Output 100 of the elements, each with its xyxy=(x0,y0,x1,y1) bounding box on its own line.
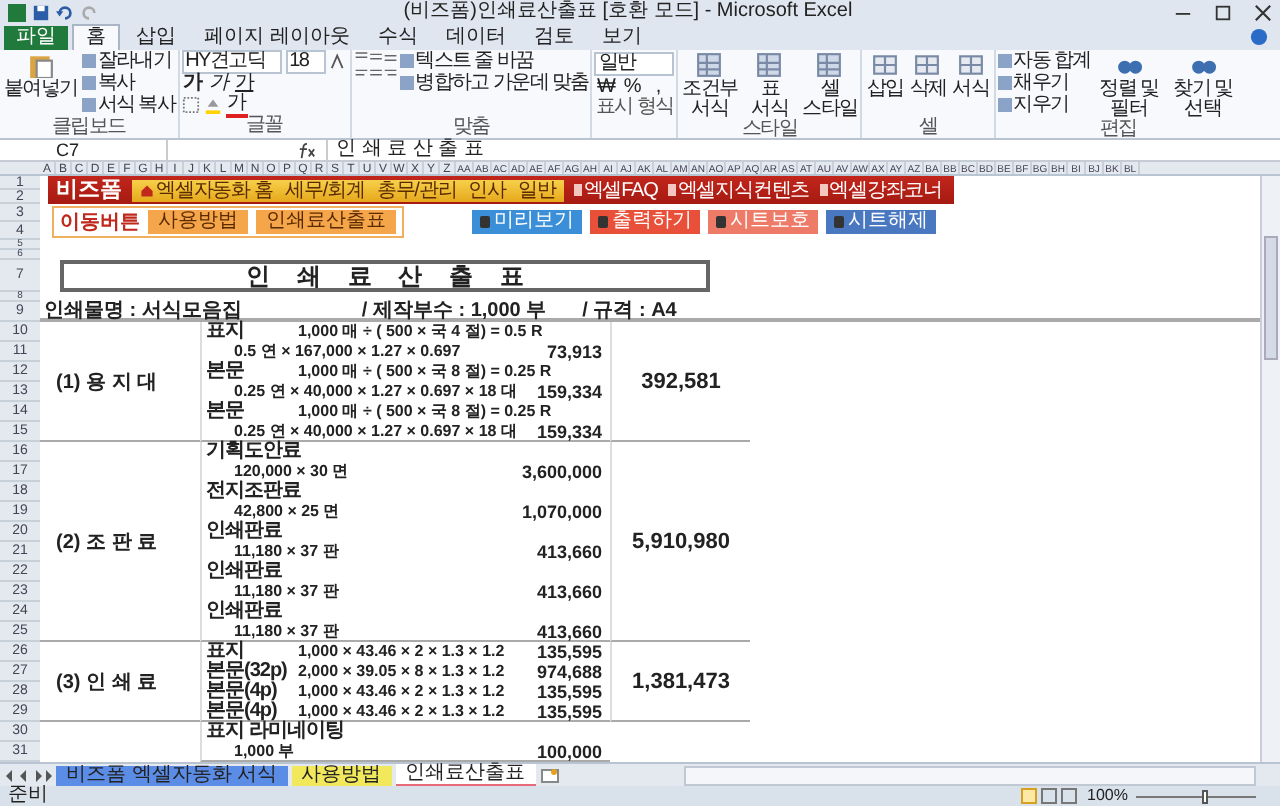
formula-text: 1,000 매 ÷ ( 500 × 국 4 절) = 0.5 R xyxy=(298,322,543,342)
action-button[interactable]: 출력하기 xyxy=(590,210,700,234)
banner-link[interactable]: 엑셀FAQ xyxy=(573,179,658,201)
editing-button[interactable]: 지우기 xyxy=(997,94,1091,116)
cells-button[interactable]: 삽입 xyxy=(864,50,906,118)
vertical-scrollbar[interactable] xyxy=(1260,176,1280,762)
table-style-icon xyxy=(816,52,843,78)
formula-text: 11,180 × 37 판 xyxy=(234,582,339,600)
item-label: 본문 xyxy=(206,402,246,422)
clipboard-button[interactable]: 서식 복사 xyxy=(81,94,176,116)
ribbon-tab[interactable]: 수식 xyxy=(365,26,430,50)
number-format-button[interactable]: , xyxy=(646,76,669,98)
sheet-nav-icon[interactable] xyxy=(4,767,52,783)
editing-button[interactable]: 채우기 xyxy=(997,72,1091,94)
font-style-button[interactable]: 가 xyxy=(207,73,230,93)
item-label: 본문(32p) xyxy=(206,662,289,682)
excel-app-icon[interactable] xyxy=(8,3,26,21)
font-style-button[interactable]: 가 xyxy=(181,73,204,93)
section-total: 392,581 xyxy=(610,322,750,442)
ribbon-tab[interactable]: 삽입 xyxy=(124,26,188,50)
sheet-tab[interactable]: 인쇄료산출표 xyxy=(395,763,536,787)
sheet-title: 인 쇄 료 산 출 표 xyxy=(60,260,710,292)
amount-cell: 413,660 xyxy=(536,542,602,562)
cells-button[interactable]: 삭제 xyxy=(907,50,949,118)
ribbon-tab[interactable]: 데이터 xyxy=(433,26,518,50)
nav-link[interactable]: 세무/회계 xyxy=(285,179,365,201)
clipboard-button[interactable]: 복사 xyxy=(81,72,176,94)
style-button[interactable]: 표 서식 xyxy=(740,50,799,120)
formula-text: 1,000 × 43.46 × 2 × 1.3 × 1.2 xyxy=(298,682,505,702)
editing-button[interactable]: 찾기 및 선택 xyxy=(1166,50,1239,120)
sheet-tab[interactable]: 사용방법 xyxy=(291,765,392,785)
editing-button[interactable]: 정렬 및 필터 xyxy=(1092,50,1165,120)
formula-text: 0.5 연 × 167,000 × 1.27 × 0.697 xyxy=(234,342,461,361)
border-icon[interactable] xyxy=(181,96,200,114)
ribbon-tab[interactable]: 홈 xyxy=(72,24,120,50)
banner-link[interactable]: 엑셀강좌코너 xyxy=(819,179,943,201)
view-mode-icons[interactable] xyxy=(1019,788,1080,804)
cells-icon xyxy=(872,52,899,78)
clipboard-button[interactable]: 잘라내기 xyxy=(81,50,176,72)
action-button[interactable]: 시트해제 xyxy=(826,210,936,234)
window-title: (비즈폼)인쇄료산출표 [호환 모드] - Microsoft Excel xyxy=(401,0,855,24)
group-label: 셀 xyxy=(916,118,940,138)
ribbon-tab[interactable]: 보기 xyxy=(589,26,654,50)
item-label: 표지 xyxy=(206,322,246,342)
section-label: (3) 인 쇄 료 xyxy=(40,642,200,722)
ribbon-tab[interactable]: 파일 xyxy=(4,26,68,50)
font-style-button[interactable]: 가 xyxy=(233,73,256,93)
undo-icon[interactable] xyxy=(56,3,74,21)
style-button[interactable]: 셀 스타일 xyxy=(800,50,859,120)
function-icon[interactable] xyxy=(296,141,318,159)
close-icon[interactable] xyxy=(1254,3,1272,21)
save-icon[interactable] xyxy=(32,3,50,21)
banner-link[interactable]: 엑셀지식컨텐츠 xyxy=(667,179,810,201)
zoom-thumb[interactable] xyxy=(1202,789,1208,803)
info-text: 인쇄물명 : 서식모음집 xyxy=(44,302,242,318)
nav-link[interactable]: 일반 xyxy=(517,179,556,201)
ribbon-tab[interactable]: 페이지 레이아웃 xyxy=(192,26,362,50)
item-label: 본문 xyxy=(206,362,246,382)
zoom-level: 100% xyxy=(1087,786,1128,806)
number-format-button[interactable]: % xyxy=(620,76,643,98)
item-label: 본문(4p) xyxy=(206,701,277,721)
merge-center-button[interactable]: 병합하고 가운데 맞춤 xyxy=(399,72,589,94)
nav-link[interactable]: 엑셀자동화 홈 xyxy=(140,179,274,201)
cells-button[interactable]: 서식 xyxy=(950,50,992,118)
formula-text: 11,180 × 37 판 xyxy=(234,542,339,560)
group-label: 글꼴 xyxy=(243,116,285,136)
info-text: / 제작부수 : 1,000 부 xyxy=(361,302,547,318)
fill-color-icon[interactable] xyxy=(203,96,222,114)
sheet-tab[interactable]: 비즈폼 엑셀자동화 서식 xyxy=(56,765,288,785)
ribbon-tab[interactable]: 검토 xyxy=(521,26,586,50)
section-total: 5,910,980 xyxy=(610,442,750,642)
amount-cell: 159,334 xyxy=(536,421,602,441)
name-box[interactable]: C7 xyxy=(0,140,168,160)
style-button[interactable]: 조건부 서식 xyxy=(680,50,739,120)
nav-link[interactable]: 총무/관리 xyxy=(376,179,457,201)
item-label: 인쇄판료 xyxy=(206,562,284,582)
horizontal-scrollbar[interactable] xyxy=(683,765,1256,785)
menu-button[interactable]: 인쇄료산출표 xyxy=(256,210,396,234)
section-label: (2) 조 판 료 xyxy=(40,442,200,642)
font-color-button[interactable]: 가 xyxy=(225,93,248,117)
group-label: 클립보드 xyxy=(49,118,128,138)
wrap-text-button[interactable]: 텍스트 줄 바꿈 xyxy=(399,50,589,72)
nav-link[interactable]: 인사 xyxy=(468,179,506,201)
new-sheet-icon[interactable] xyxy=(539,767,560,783)
menu-button[interactable]: 사용방법 xyxy=(148,210,248,234)
number-format-dropdown[interactable]: 일반 xyxy=(594,52,675,76)
amount-cell: 73,913 xyxy=(546,342,602,362)
maximize-icon[interactable] xyxy=(1214,3,1232,21)
formula-field[interactable]: 인 쇄 료 산 출 표 xyxy=(326,140,1280,160)
font-family-dropdown[interactable]: HY견고딕 xyxy=(181,49,282,73)
formula-text: 1,000 매 ÷ ( 500 × 국 8 절) = 0.25 R xyxy=(298,362,552,382)
item-label: 본문(4p) xyxy=(206,682,277,702)
group-label: 맞춤 xyxy=(450,118,492,138)
number-format-button[interactable]: ₩ xyxy=(594,76,617,98)
editing-button[interactable]: 자동 합계 xyxy=(997,50,1091,72)
amount-cell: 1,070,000 xyxy=(521,502,602,522)
amount-cell: 135,595 xyxy=(536,682,602,702)
paste-button[interactable]: 붙여넣기 xyxy=(2,50,80,118)
logo: 비즈폼 xyxy=(54,178,122,202)
font-size-dropdown[interactable]: 18 xyxy=(285,49,326,73)
